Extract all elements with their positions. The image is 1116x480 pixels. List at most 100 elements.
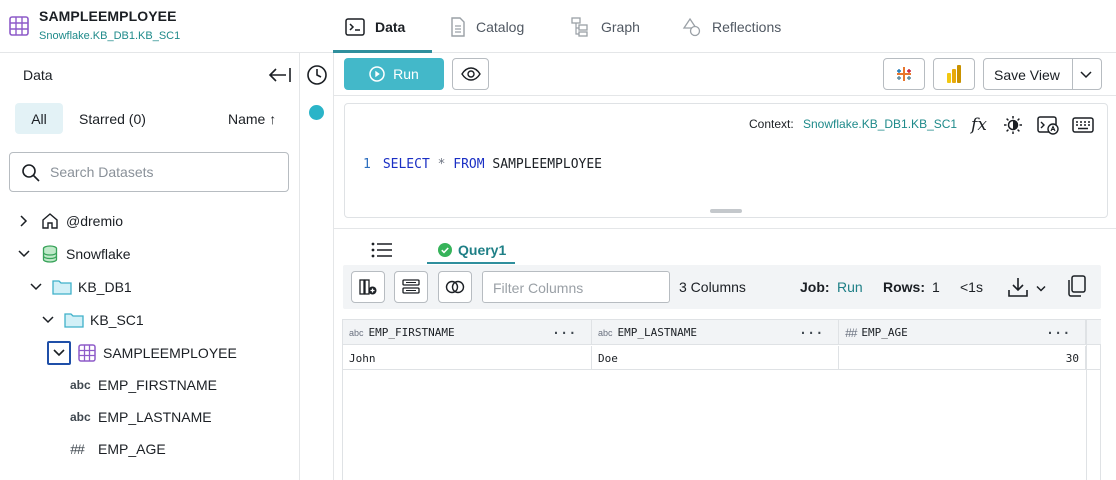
sql-keyword-select: SELECT: [382, 157, 430, 172]
filter-columns: [482, 271, 670, 303]
divider: [334, 228, 1116, 229]
database-icon: [40, 244, 60, 264]
chevron-down-icon[interactable]: [40, 312, 56, 328]
column-header-label: EMP_LASTNAME: [617, 326, 697, 339]
tree-item-kb-sc1[interactable]: KB_SC1: [40, 308, 144, 332]
group-by-icon: [402, 279, 420, 294]
tree-item-kb-db1[interactable]: KB_DB1: [28, 275, 132, 299]
text-type-icon: abc: [70, 410, 91, 424]
column-item[interactable]: abc EMP_LASTNAME: [70, 405, 212, 429]
keyboard-icon[interactable]: [1072, 114, 1094, 136]
run-button-label: Run: [393, 66, 419, 82]
text-type-icon: abc: [70, 378, 91, 392]
chevron-right-icon[interactable]: [16, 213, 32, 229]
tab-data-label: Data: [375, 18, 406, 35]
group-by-button[interactable]: [394, 271, 428, 303]
rows-value: 1: [932, 279, 940, 295]
power-bi-icon: [947, 65, 961, 83]
search-datasets: [9, 152, 289, 192]
column-name: EMP_LASTNAME: [98, 409, 212, 425]
dataset-icon: [9, 16, 29, 36]
column-item[interactable]: ## EMP_AGE: [70, 437, 166, 461]
folder-icon: [64, 310, 84, 330]
run-button[interactable]: Run: [344, 58, 444, 90]
download-icon[interactable]: [1007, 276, 1029, 303]
sql-star: *: [437, 157, 446, 172]
table-cell[interactable]: 30: [839, 346, 1086, 370]
table-cell[interactable]: Doe: [592, 346, 839, 370]
filter-starred[interactable]: Starred (0): [79, 111, 146, 127]
more-options-icon[interactable]: ···: [1046, 326, 1071, 340]
history-entry-dot[interactable]: [309, 105, 324, 120]
folder-icon: [52, 277, 72, 297]
column-item[interactable]: abc EMP_FIRSTNAME: [70, 373, 217, 397]
power-bi-button[interactable]: [933, 58, 975, 90]
tableau-icon: [897, 67, 911, 81]
chevron-down-icon[interactable]: [28, 279, 44, 295]
preview-button[interactable]: [452, 58, 489, 90]
tab-graph[interactable]: Graph: [571, 0, 640, 53]
terminal-icon: [345, 17, 365, 36]
chevron-down-icon[interactable]: [16, 246, 32, 262]
search-datasets-input[interactable]: [50, 162, 280, 182]
column-header-label: EMP_AGE: [861, 326, 908, 339]
rows-label: Rows:: [883, 279, 925, 295]
save-view-button[interactable]: Save View: [983, 58, 1102, 90]
active-tab-indicator: [333, 50, 432, 53]
filter-all[interactable]: All: [15, 103, 63, 134]
column-header-emp-age[interactable]: ## EMP_AGE ···: [839, 320, 1086, 345]
theme-toggle-icon[interactable]: [1002, 114, 1024, 136]
tableau-button[interactable]: [883, 58, 925, 90]
more-options-icon[interactable]: ···: [552, 326, 577, 340]
results-toolbar: 3 Columns Job: Run Rows: 1 <1s: [343, 265, 1101, 309]
document-icon: [451, 16, 465, 37]
filter-columns-input[interactable]: [493, 279, 663, 297]
column-header-emp-firstname[interactable]: abc EMP_FIRSTNAME ···: [343, 320, 592, 345]
tree-item-sampleemployee[interactable]: SAMPLEEMPLOYEE: [47, 341, 237, 365]
tab-query1[interactable]: Query1: [427, 237, 515, 264]
job-label: Job:: [800, 279, 830, 295]
tab-reflections-label: Reflections: [712, 18, 782, 35]
graph-icon: [571, 16, 588, 37]
tab-query1-label: Query1: [458, 241, 507, 258]
add-column-icon: [359, 279, 377, 295]
number-type-icon: ##: [70, 441, 85, 457]
chevron-down-icon[interactable]: [47, 341, 71, 365]
more-options-icon[interactable]: ···: [799, 326, 824, 340]
tab-reflections[interactable]: Reflections: [682, 0, 781, 53]
chevron-down-icon[interactable]: [1035, 281, 1047, 299]
list-view-icon[interactable]: [371, 242, 393, 263]
job-run-link[interactable]: Run: [837, 279, 863, 295]
tree-item-snowflake[interactable]: Snowflake: [16, 242, 131, 266]
column-header-emp-lastname[interactable]: abc EMP_LASTNAME ···: [592, 320, 839, 345]
tree-item-dremio[interactable]: @dremio: [16, 209, 123, 233]
home-icon: [40, 211, 60, 231]
clock-icon[interactable]: [306, 64, 328, 91]
function-icon[interactable]: fx: [968, 114, 990, 136]
sort-by-name[interactable]: Name ↑: [228, 111, 276, 127]
vertical-scrollbar[interactable]: [1086, 320, 1101, 480]
success-check-icon: [438, 242, 452, 257]
save-view-label: Save View: [994, 67, 1060, 83]
join-button[interactable]: [438, 271, 472, 303]
line-number: 1: [363, 157, 371, 172]
ai-assist-icon[interactable]: [1037, 114, 1059, 136]
editor-resize-handle[interactable]: [710, 209, 742, 213]
context-value[interactable]: Snowflake.KB_DB1.KB_SC1: [803, 117, 957, 131]
dataset-path-link[interactable]: Snowflake.KB_DB1.KB_SC1: [39, 30, 180, 42]
join-icon: [445, 280, 465, 294]
play-icon: [369, 66, 385, 82]
chevron-down-icon[interactable]: [1079, 68, 1093, 86]
collapse-sidebar-icon[interactable]: [268, 66, 292, 84]
tab-data[interactable]: Data: [345, 0, 405, 53]
sql-editor[interactable]: Context: Snowflake.KB_DB1.KB_SC1 fx 1 SEL…: [344, 103, 1108, 218]
datasets-sidebar: Data All Starred (0) Name ↑ @dremio Snow…: [0, 53, 300, 480]
column-name: EMP_AGE: [98, 441, 166, 457]
text-type-icon: abc: [598, 327, 613, 338]
eye-icon: [460, 67, 481, 81]
add-column-button[interactable]: [351, 271, 385, 303]
tab-catalog[interactable]: Catalog: [450, 0, 524, 53]
tree-item-label: KB_DB1: [78, 279, 132, 295]
table-cell[interactable]: John: [343, 346, 592, 370]
copy-icon[interactable]: [1067, 275, 1087, 302]
